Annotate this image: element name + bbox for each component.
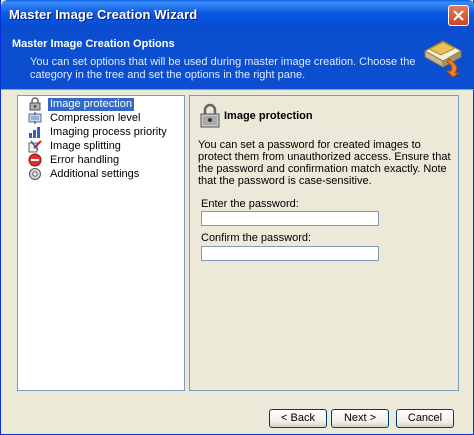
- tree-item-label: Imaging process priority: [50, 125, 167, 138]
- wizard-disk-icon: [423, 40, 463, 77]
- tree-item-error-handling[interactable]: Error handling: [28, 153, 121, 167]
- password-label: Enter the password:: [201, 198, 299, 210]
- error-icon: [28, 153, 42, 167]
- title-bar[interactable]: Master Image Creation Wizard: [1, 0, 474, 30]
- tree-item-imaging-priority[interactable]: Imaging process priority: [28, 125, 169, 139]
- padlock-icon: [29, 97, 41, 111]
- confirm-password-label: Confirm the password:: [201, 232, 312, 244]
- pane-description: You can set a password for created image…: [198, 139, 451, 187]
- tree-item-label: Additional settings: [50, 167, 140, 180]
- tree-item-image-splitting[interactable]: Image splitting: [28, 139, 123, 153]
- window-title: Master Image Creation Wizard: [9, 7, 198, 22]
- tree-item-image-protection[interactable]: Image protection: [28, 97, 134, 111]
- tree-item-additional-settings[interactable]: Additional settings: [28, 167, 141, 181]
- tree-item-label: Image protection: [48, 97, 134, 111]
- header-description: You can set options that will be used du…: [30, 56, 416, 81]
- settings-icon: [29, 168, 41, 180]
- split-icon: [28, 140, 42, 153]
- pane-title: Image protection: [224, 110, 313, 122]
- back-button[interactable]: < Back: [269, 409, 327, 428]
- header-title: Master Image Creation Options: [12, 38, 175, 50]
- tree-item-label: Image splitting: [50, 139, 121, 152]
- cancel-button[interactable]: Cancel: [396, 409, 454, 428]
- wizard-window: Master Image Creation Wizard Master Imag…: [0, 0, 474, 435]
- padlock-icon: [200, 103, 220, 128]
- tree-item-label: Compression level: [50, 111, 141, 124]
- compression-icon: [28, 112, 42, 124]
- tree-item-compression-level[interactable]: Compression level: [28, 111, 142, 125]
- priority-icon: [29, 127, 40, 138]
- password-input[interactable]: [201, 211, 379, 226]
- options-pane: Image protection You can set a password …: [189, 95, 459, 391]
- confirm-password-input[interactable]: [201, 246, 379, 261]
- close-icon: [453, 10, 464, 21]
- tree-item-label: Error handling: [50, 153, 120, 166]
- wizard-header: Master Image Creation Options You can se…: [1, 30, 474, 90]
- next-button[interactable]: Next >: [331, 409, 389, 428]
- close-button[interactable]: [448, 5, 469, 26]
- options-tree[interactable]: Image protection Compression level Imagi…: [17, 95, 185, 391]
